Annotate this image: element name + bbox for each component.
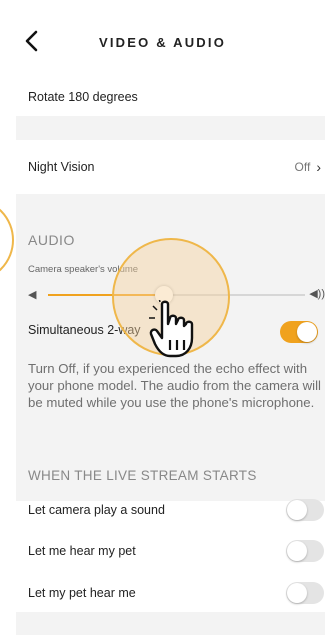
live-stream-section-title: WHEN THE LIVE STREAM STARTS — [28, 468, 257, 483]
page-title: VIDEO & AUDIO — [98, 35, 227, 50]
app-root: VIDEO & AUDIO Rotate 180 degrees Night V… — [0, 0, 325, 635]
live-item-camera-sound[interactable]: Let camera play a sound — [16, 490, 325, 530]
live-item-pet-hear-me[interactable]: Let my pet hear me — [16, 573, 325, 613]
night-vision-value: Off — [294, 160, 311, 174]
pet-hear-me-toggle[interactable] — [286, 582, 324, 604]
volume-high-icon: ◀)) — [309, 288, 325, 300]
section-gap-2 — [16, 194, 325, 218]
toggle-knob — [297, 322, 317, 342]
bottom-spacer — [16, 612, 325, 635]
live-item-label: Let me hear my pet — [28, 544, 136, 558]
tap-highlight-ring-left — [0, 198, 14, 282]
night-vision-row[interactable]: Night Vision Off › — [16, 140, 325, 194]
night-vision-label: Night Vision — [28, 160, 95, 174]
toggle-knob — [287, 500, 307, 520]
audio-section-title: AUDIO — [28, 232, 75, 248]
header-bar: VIDEO & AUDIO — [0, 0, 325, 78]
rotate-label: Rotate 180 degrees — [28, 90, 138, 104]
live-item-hear-pet[interactable]: Let me hear my pet — [16, 531, 325, 571]
volume-low-icon: ◀ — [28, 289, 37, 301]
toggle-knob — [287, 583, 307, 603]
chevron-right-icon: › — [316, 159, 321, 175]
simultaneous-toggle[interactable] — [280, 321, 318, 343]
toggle-knob — [287, 541, 307, 561]
hear-pet-toggle[interactable] — [286, 540, 324, 562]
section-gap — [16, 116, 325, 140]
camera-sound-toggle[interactable] — [286, 499, 324, 521]
live-item-label: Let my pet hear me — [28, 586, 136, 600]
echo-description: Turn Off, if you experienced the echo ef… — [28, 361, 321, 410]
night-vision-value-group: Off › — [295, 140, 321, 194]
live-item-label: Let camera play a sound — [28, 503, 165, 517]
pointing-hand-icon — [149, 300, 194, 358]
